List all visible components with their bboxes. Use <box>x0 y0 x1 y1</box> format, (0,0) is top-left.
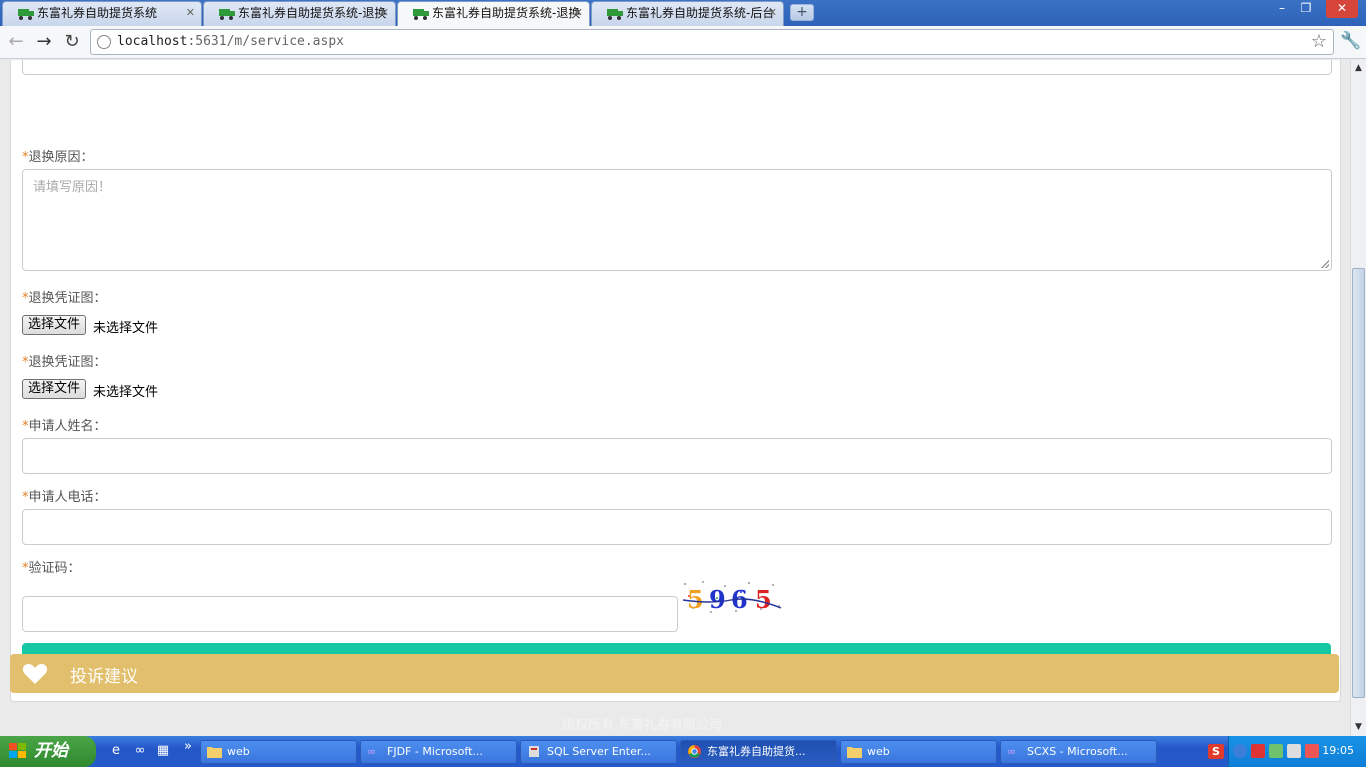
tab-close-icon[interactable]: ✕ <box>186 2 195 24</box>
reason-placeholder: 请填写原因！ <box>33 180 112 195</box>
no-file-text-2: 未选择文件 <box>93 385 159 400</box>
back-arrow-icon[interactable]: ← <box>5 31 27 53</box>
voucher-label-2: *退换凭证图： <box>22 355 107 370</box>
visual-studio-icon: ∞ <box>1007 745 1017 758</box>
taskbar-item-web-2[interactable]: web <box>840 740 997 764</box>
svg-text:9: 9 <box>709 585 726 614</box>
taskbar-item-scxs[interactable]: ∞ SCXS - Microsoft... <box>1000 740 1157 764</box>
complaint-suggestion-bar[interactable]: 投诉建议 <box>10 654 1339 693</box>
reload-icon[interactable]: ↻ <box>61 31 83 53</box>
name-label: *申请人姓名： <box>22 419 107 434</box>
bookmark-star-icon[interactable]: ☆ <box>1311 31 1327 52</box>
folder-icon <box>207 747 222 758</box>
browser-tab-1[interactable]: 东富礼券自助提货系统 ✕ <box>2 1 202 26</box>
tab-title: 东富礼券自助提货系统-后台 <box>626 6 775 20</box>
browser-tab-2[interactable]: 东富礼券自助提货系统-退换 ✕ <box>203 1 396 26</box>
svg-text:5: 5 <box>755 585 772 614</box>
truck-icon <box>18 9 34 20</box>
applicant-name-input[interactable] <box>22 438 1332 474</box>
browser-tab-4[interactable]: 东富礼券自助提货系统-后台 ✕ <box>591 1 784 26</box>
copyright-text: 版权所有 东富礼券有限公司 <box>562 718 723 733</box>
url-text[interactable]: localhost:5631/m/service.aspx <box>117 34 344 49</box>
wrench-icon[interactable]: 🔧 <box>1340 31 1361 51</box>
scroll-down-arrow-icon[interactable]: ▼ <box>1351 720 1366 735</box>
tab-title: 东富礼券自助提货系统 <box>37 6 158 20</box>
new-tab-button[interactable]: + <box>790 4 814 21</box>
sql-quicklaunch-icon[interactable]: ▦ <box>155 743 171 759</box>
truck-icon <box>413 9 429 20</box>
no-file-text-1: 未选择文件 <box>93 321 159 336</box>
address-bar[interactable]: localhost:5631/m/service.aspx ☆ <box>90 29 1334 55</box>
applicant-phone-input[interactable] <box>22 509 1332 545</box>
forward-arrow-icon[interactable]: → <box>33 31 55 53</box>
tray-app-icon-1[interactable] <box>1251 744 1265 758</box>
windows-taskbar: 开始 e ∞ ▦ » web ∞ FJDF - Microsoft... SQL… <box>0 736 1366 767</box>
tab-close-icon[interactable]: ✕ <box>768 2 777 24</box>
complaint-label: 投诉建议 <box>70 667 138 687</box>
taskbar-item-sql-server[interactable]: SQL Server Enter... <box>520 740 677 764</box>
tray-expand-icon[interactable] <box>1233 744 1247 758</box>
reason-label: *退换原因： <box>22 150 94 165</box>
restore-button[interactable]: ❐ <box>1292 0 1320 18</box>
browser-tab-3-active[interactable]: 东富礼券自助提货系统-退换 ✕ <box>397 1 590 27</box>
tray-app-icon-3[interactable] <box>1287 744 1301 758</box>
captcha-image[interactable]: 5 9 6 5 <box>681 578 783 618</box>
captcha-input[interactable] <box>22 596 678 632</box>
reason-textarea[interactable]: 请填写原因！ <box>22 169 1332 271</box>
sogou-input-icon[interactable]: S <box>1208 744 1224 759</box>
taskbar-item-fjdf[interactable]: ∞ FJDF - Microsoft... <box>360 740 517 764</box>
visual-studio-icon: ∞ <box>367 745 377 758</box>
phone-label: *申请人电话： <box>22 490 107 505</box>
tab-title: 东富礼券自助提货系统-退换 <box>238 6 387 20</box>
taskbar-item-chrome-active[interactable]: 东富礼券自助提货... <box>680 740 837 764</box>
tray-app-icon-4[interactable] <box>1305 744 1319 758</box>
ie-quicklaunch-icon[interactable]: e <box>108 743 124 759</box>
tab-title: 东富礼券自助提货系统-退换 <box>432 6 581 20</box>
chrome-icon <box>688 745 701 758</box>
windows-flag-icon <box>9 743 26 758</box>
service-form-card: *退换原因： 请填写原因！ *退换凭证图： 选择文件 未选择文件 *退换凭证图：… <box>10 60 1341 702</box>
captcha-label: *验证码： <box>22 561 81 576</box>
heart-icon <box>22 664 48 684</box>
browser-tab-strip: 东富礼券自助提货系统 ✕ 东富礼券自助提货系统-退换 ✕ 东富礼券自助提货系统-… <box>0 0 1366 27</box>
tray-app-icon-2[interactable] <box>1269 744 1283 758</box>
folder-icon <box>847 747 862 758</box>
voucher-label-1: *退换凭证图： <box>22 291 107 306</box>
tab-close-icon[interactable]: ✕ <box>574 2 583 24</box>
clock[interactable]: 19:05 <box>1322 744 1354 757</box>
browser-toolbar: ← → ↻ localhost:5631/m/service.aspx ☆ 🔧 <box>0 26 1366 59</box>
system-tray: 19:05 <box>1228 736 1366 767</box>
choose-file-button-1[interactable]: 选择文件 <box>22 315 87 335</box>
choose-file-button-2[interactable]: 选择文件 <box>22 379 87 399</box>
page-viewport: *退换原因： 请填写原因！ *退换凭证图： 选择文件 未选择文件 *退换凭证图：… <box>0 60 1350 736</box>
sql-server-icon <box>529 746 539 757</box>
start-button[interactable]: 开始 <box>0 736 96 767</box>
svg-text:5: 5 <box>687 585 704 614</box>
visual-studio-quicklaunch-icon[interactable]: ∞ <box>132 743 148 759</box>
close-window-button[interactable]: ✕ <box>1326 0 1358 18</box>
quicklaunch-overflow-icon[interactable]: » <box>180 739 196 755</box>
tab-close-icon[interactable]: ✕ <box>380 2 389 24</box>
resize-grip-icon[interactable] <box>1321 260 1329 268</box>
truck-icon <box>219 9 235 20</box>
globe-icon <box>97 35 111 49</box>
vertical-scrollbar[interactable]: ▲ ▼ <box>1350 60 1366 736</box>
scrollbar-thumb[interactable] <box>1352 268 1365 698</box>
previous-field-input[interactable] <box>22 60 1332 75</box>
taskbar-item-web-1[interactable]: web <box>200 740 357 764</box>
scroll-up-arrow-icon[interactable]: ▲ <box>1351 61 1366 76</box>
truck-icon <box>607 9 623 20</box>
